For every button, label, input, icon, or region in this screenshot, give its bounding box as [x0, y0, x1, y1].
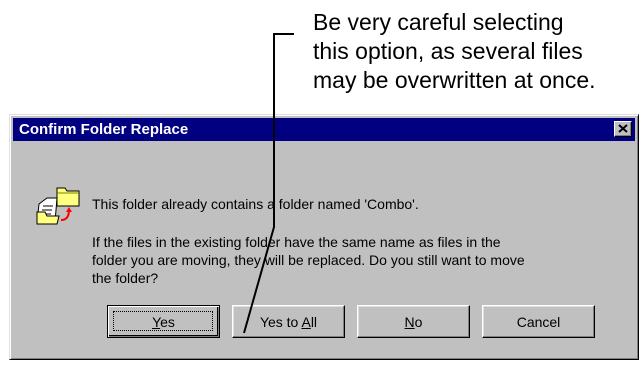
callout-leader-diagonal: [243, 226, 275, 334]
